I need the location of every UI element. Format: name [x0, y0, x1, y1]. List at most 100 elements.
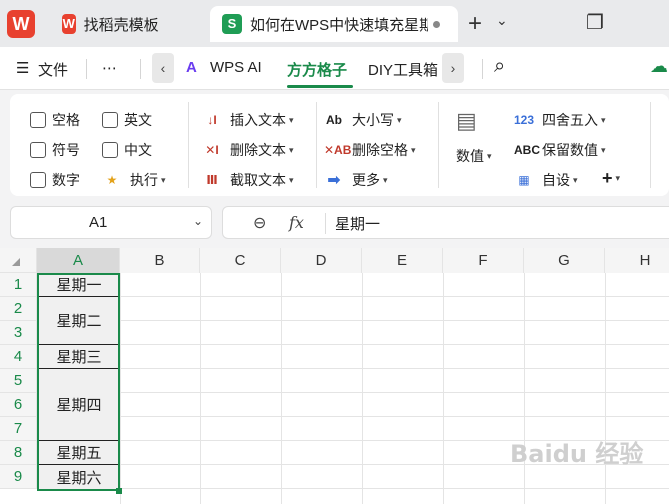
- cell-a1[interactable]: 星期一: [38, 273, 120, 297]
- chevron-down-icon: ▾: [289, 144, 294, 155]
- arrow-right-icon: ➡: [327, 172, 341, 189]
- name-box-value: A1: [89, 214, 108, 231]
- delete-space-button[interactable]: ✕AB 删除空格 ▾: [324, 140, 416, 160]
- column-header-b[interactable]: B: [120, 248, 200, 273]
- corner-triangle-icon: [12, 258, 20, 266]
- row-header-1[interactable]: 1: [0, 273, 37, 297]
- column-header-a[interactable]: A: [37, 248, 120, 273]
- insert-text-button[interactable]: ↓I 插入文本 ▾: [202, 110, 293, 130]
- add-button[interactable]: + ▾: [602, 168, 620, 189]
- value-label: 数值: [456, 148, 484, 164]
- chevron-down-icon[interactable]: ⌄: [193, 214, 203, 228]
- gridline: [120, 273, 121, 504]
- execute-button[interactable]: ★ 执行 ▾: [102, 170, 166, 190]
- row-header-2[interactable]: 2: [0, 297, 37, 321]
- value-button[interactable]: 数值 ▾: [456, 146, 492, 166]
- gridline: [37, 488, 669, 489]
- column-header-g[interactable]: G: [524, 248, 605, 273]
- column-header-f[interactable]: F: [443, 248, 524, 273]
- new-tab-button[interactable]: +: [468, 10, 482, 38]
- cut-text-icon: Ⅲ: [206, 173, 218, 187]
- insert-text-icon: ↓I: [207, 113, 217, 127]
- chevron-down-icon: ▾: [615, 173, 621, 183]
- scroll-right-icon[interactable]: ›: [442, 53, 464, 83]
- row-header-8[interactable]: 8: [0, 441, 37, 465]
- title-bar: W W 找稻壳模板 S 如何在WPS中快速填充星期 + ⌄ ❐: [0, 0, 669, 47]
- tab-template-store[interactable]: W 找稻壳模板: [50, 6, 205, 42]
- case-button[interactable]: Ab 大小写 ▾: [324, 110, 402, 130]
- checkbox-english[interactable]: 英文: [102, 110, 152, 130]
- row-header-7[interactable]: 7: [0, 417, 37, 441]
- plus-icon: +: [602, 168, 613, 188]
- checkbox-box[interactable]: [30, 142, 46, 158]
- cell-a5-merged[interactable]: 星期四: [38, 369, 120, 441]
- gridline: [200, 273, 201, 504]
- cloud-icon[interactable]: ☁: [650, 56, 668, 77]
- unsaved-dot-icon[interactable]: [433, 21, 440, 28]
- scroll-left-icon[interactable]: ‹: [152, 53, 174, 83]
- menu-file[interactable]: 文件: [38, 59, 68, 80]
- search-icon[interactable]: ⌕: [494, 55, 505, 78]
- checkbox-box[interactable]: [102, 112, 118, 128]
- checkbox-number[interactable]: 数字: [30, 170, 80, 190]
- gridline: [281, 273, 282, 504]
- hamburger-icon[interactable]: ☰: [16, 59, 29, 77]
- spreadsheet-grid[interactable]: A B C D E F G H 1 2 3 4 5 6 7 8 9 星期一 星期…: [0, 248, 669, 504]
- gridline: [37, 344, 669, 345]
- wps-ai-icon: A: [186, 59, 197, 76]
- custom-button[interactable]: ▦ 自设 ▾: [514, 170, 577, 190]
- cell-a4[interactable]: 星期三: [38, 345, 120, 369]
- checkbox-box[interactable]: [102, 142, 118, 158]
- delete-space-label: 删除空格: [352, 142, 408, 158]
- checkbox-chinese[interactable]: 中文: [102, 140, 152, 160]
- column-header-e[interactable]: E: [362, 248, 443, 273]
- select-all-corner[interactable]: [0, 248, 37, 273]
- column-header-d[interactable]: D: [281, 248, 362, 273]
- chevron-down-icon: ▾: [601, 144, 606, 155]
- more-button[interactable]: ➡ 更多 ▾: [324, 170, 387, 190]
- cell-a8[interactable]: 星期五: [38, 441, 120, 465]
- tab-list-chevron-icon[interactable]: ⌄: [496, 12, 508, 29]
- menu-diy-tools[interactable]: DIY工具箱: [368, 59, 440, 80]
- row-header-3[interactable]: 3: [0, 321, 37, 345]
- name-box[interactable]: A1 ⌄: [10, 206, 212, 239]
- fill-handle[interactable]: [116, 488, 122, 494]
- row-header-4[interactable]: 4: [0, 345, 37, 369]
- row-header-6[interactable]: 6: [0, 393, 37, 417]
- keep-value-button[interactable]: ABC 保留数值 ▾: [514, 140, 606, 160]
- menu-fangfang[interactable]: 方方格子: [287, 59, 347, 80]
- cut-text-label: 截取文本: [230, 172, 286, 188]
- column-header-h[interactable]: H: [605, 248, 669, 273]
- cell-a9[interactable]: 星期六: [38, 465, 120, 489]
- formula-input[interactable]: ⊖ fx 星期一: [222, 206, 669, 239]
- column-header-c[interactable]: C: [200, 248, 281, 273]
- chevron-down-icon: ▾: [397, 114, 402, 125]
- custom-label: 自设: [542, 172, 570, 188]
- row-header-5[interactable]: 5: [0, 369, 37, 393]
- zoom-icon[interactable]: ⊖: [253, 213, 266, 233]
- execute-icon: ★: [106, 173, 118, 187]
- cell-a2-merged[interactable]: 星期二: [38, 297, 120, 345]
- template-icon: W: [62, 14, 76, 34]
- gridline: [443, 273, 444, 504]
- checkbox-space[interactable]: 空格: [30, 110, 80, 130]
- keep-value-label: 保留数值: [542, 142, 598, 158]
- chevron-down-icon: ▾: [487, 150, 492, 161]
- checkbox-box[interactable]: [30, 112, 46, 128]
- restore-window-icon[interactable]: ❐: [586, 10, 604, 35]
- menu-wps-ai[interactable]: WPS AI: [210, 59, 262, 76]
- round-button[interactable]: 123 四舍五入 ▾: [514, 110, 606, 130]
- more-icon[interactable]: ⋯: [102, 59, 117, 77]
- function-icon[interactable]: fx: [289, 213, 304, 232]
- checkbox-symbol[interactable]: 符号: [30, 140, 80, 160]
- wps-logo-icon[interactable]: W: [7, 10, 35, 38]
- formula-value[interactable]: 星期一: [335, 213, 380, 234]
- chevron-down-icon: ▾: [289, 174, 294, 185]
- gridline: [37, 416, 669, 417]
- checkbox-box[interactable]: [30, 172, 46, 188]
- tab-current-sheet[interactable]: S 如何在WPS中快速填充星期: [210, 6, 458, 42]
- row-header-9[interactable]: 9: [0, 465, 37, 489]
- cut-text-button[interactable]: Ⅲ 截取文本 ▾: [202, 170, 294, 190]
- chevron-down-icon: ▾: [411, 144, 416, 155]
- delete-text-button[interactable]: ✕I 删除文本 ▾: [202, 140, 294, 160]
